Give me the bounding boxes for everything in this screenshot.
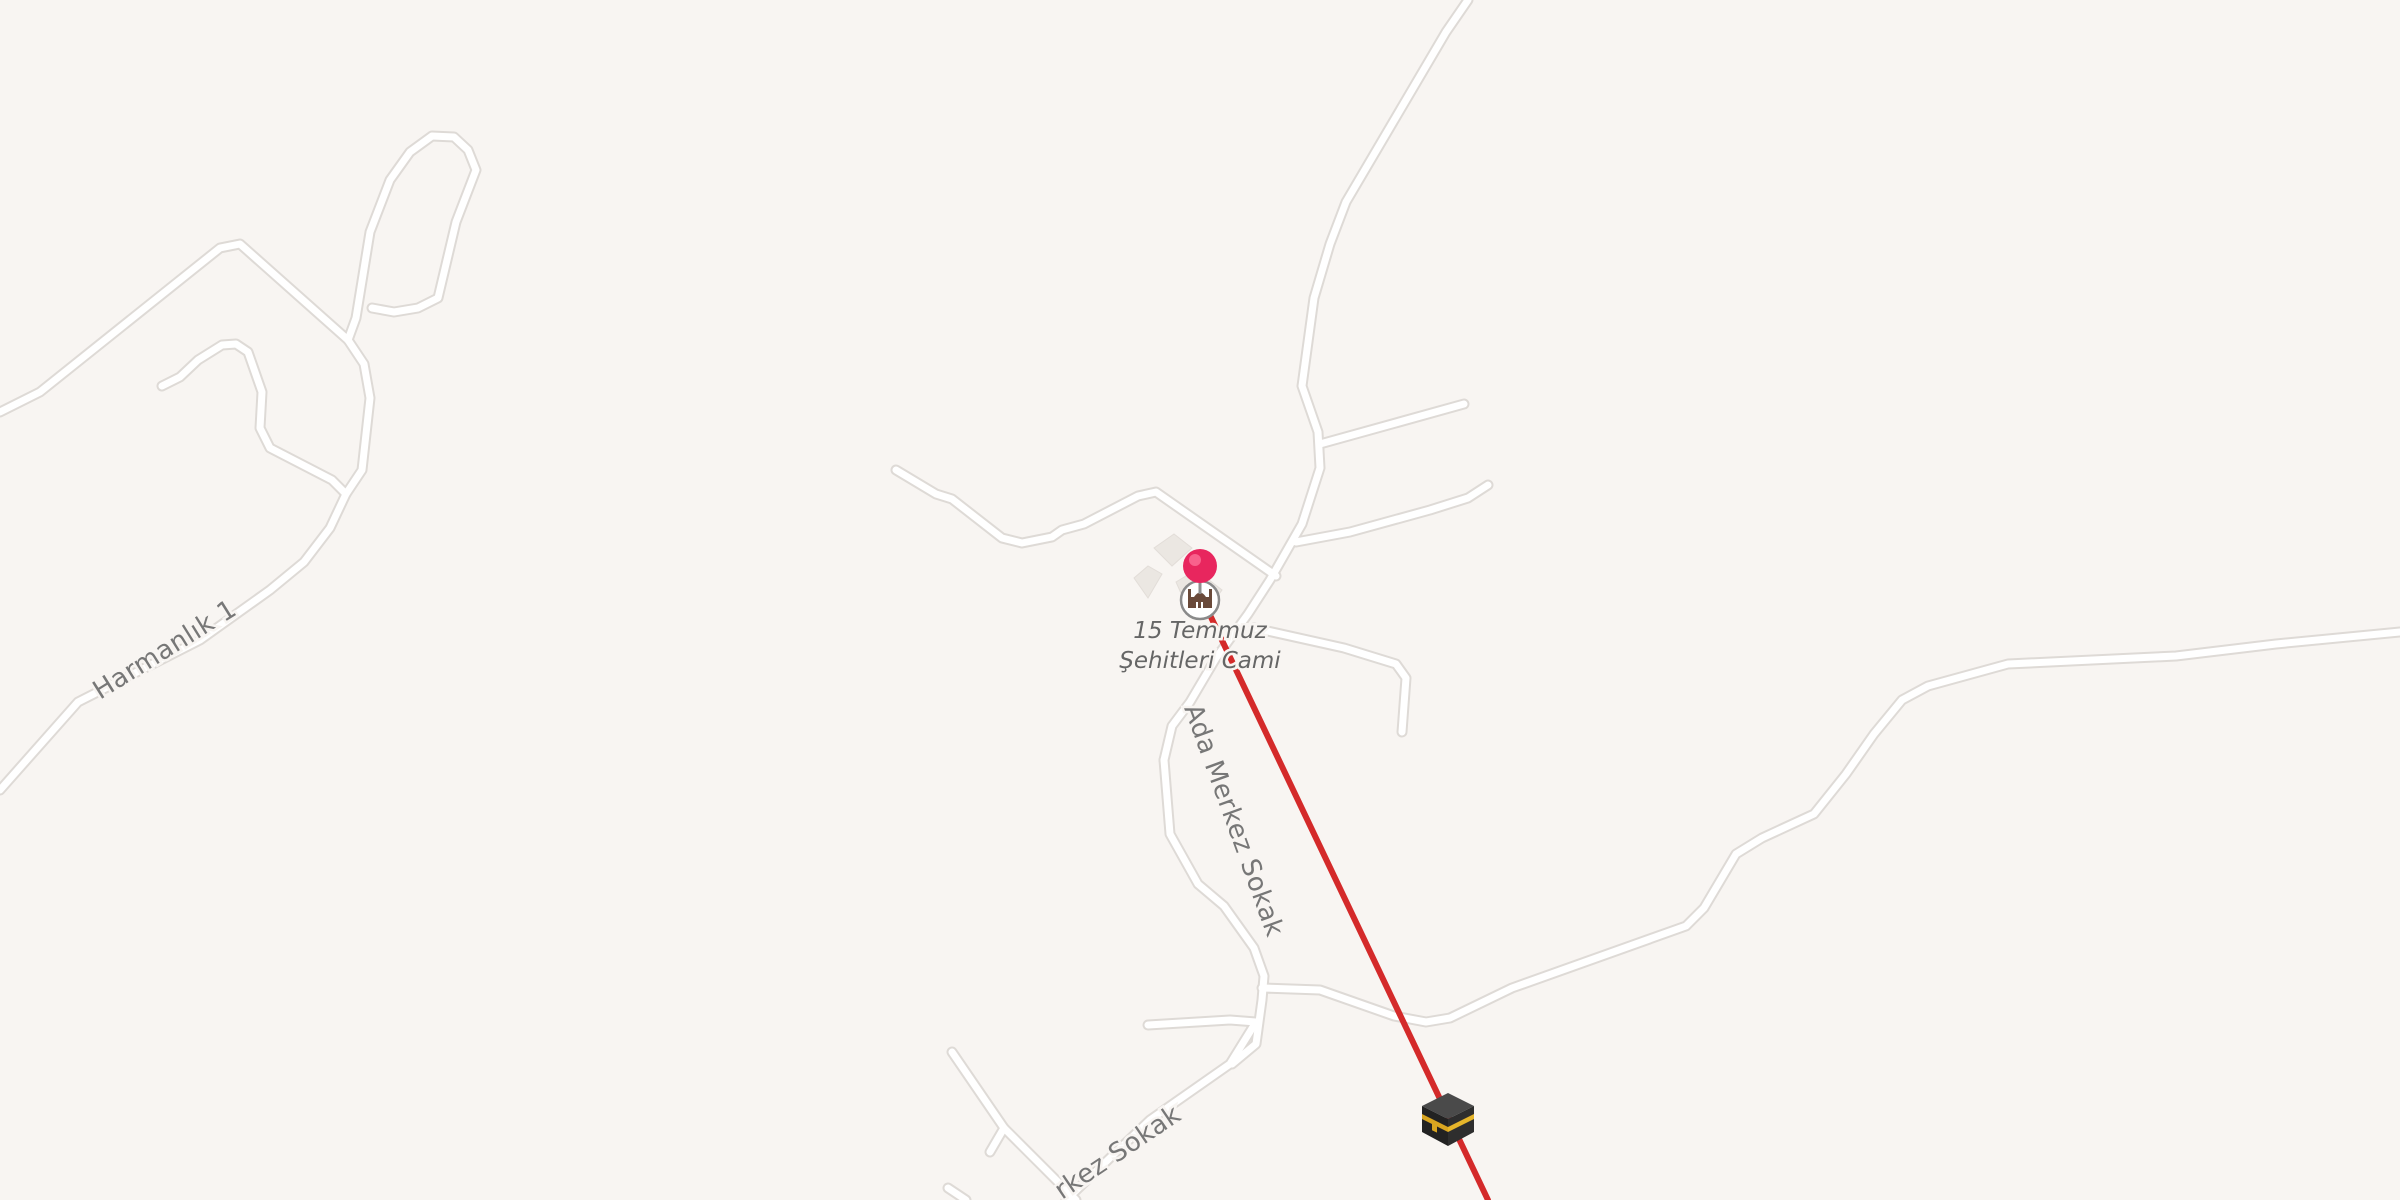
poi-label-line2: Şehitleri Cami	[1119, 648, 1281, 674]
map-svg: Harmanlık 1 Ada Merkez Sokak rkez Sokak …	[0, 0, 2400, 1200]
street-label-merkez-partial: rkez Sokak	[1049, 1099, 1187, 1200]
map-canvas[interactable]: Harmanlık 1 Ada Merkez Sokak rkez Sokak …	[0, 0, 2400, 1200]
poi-label-line1: 15 Temmuz	[1133, 618, 1267, 644]
street-labels: Harmanlık 1 Ada Merkez Sokak rkez Sokak	[85, 591, 1292, 1200]
street-label-harmanlik: Harmanlık 1	[88, 594, 242, 706]
poi-label: 15 Temmuz Şehitleri Cami	[1117, 616, 1284, 677]
kaaba-icon[interactable]	[1422, 1093, 1474, 1146]
street-label-ada-merkez: Ada Merkez Sokak	[1177, 700, 1289, 941]
